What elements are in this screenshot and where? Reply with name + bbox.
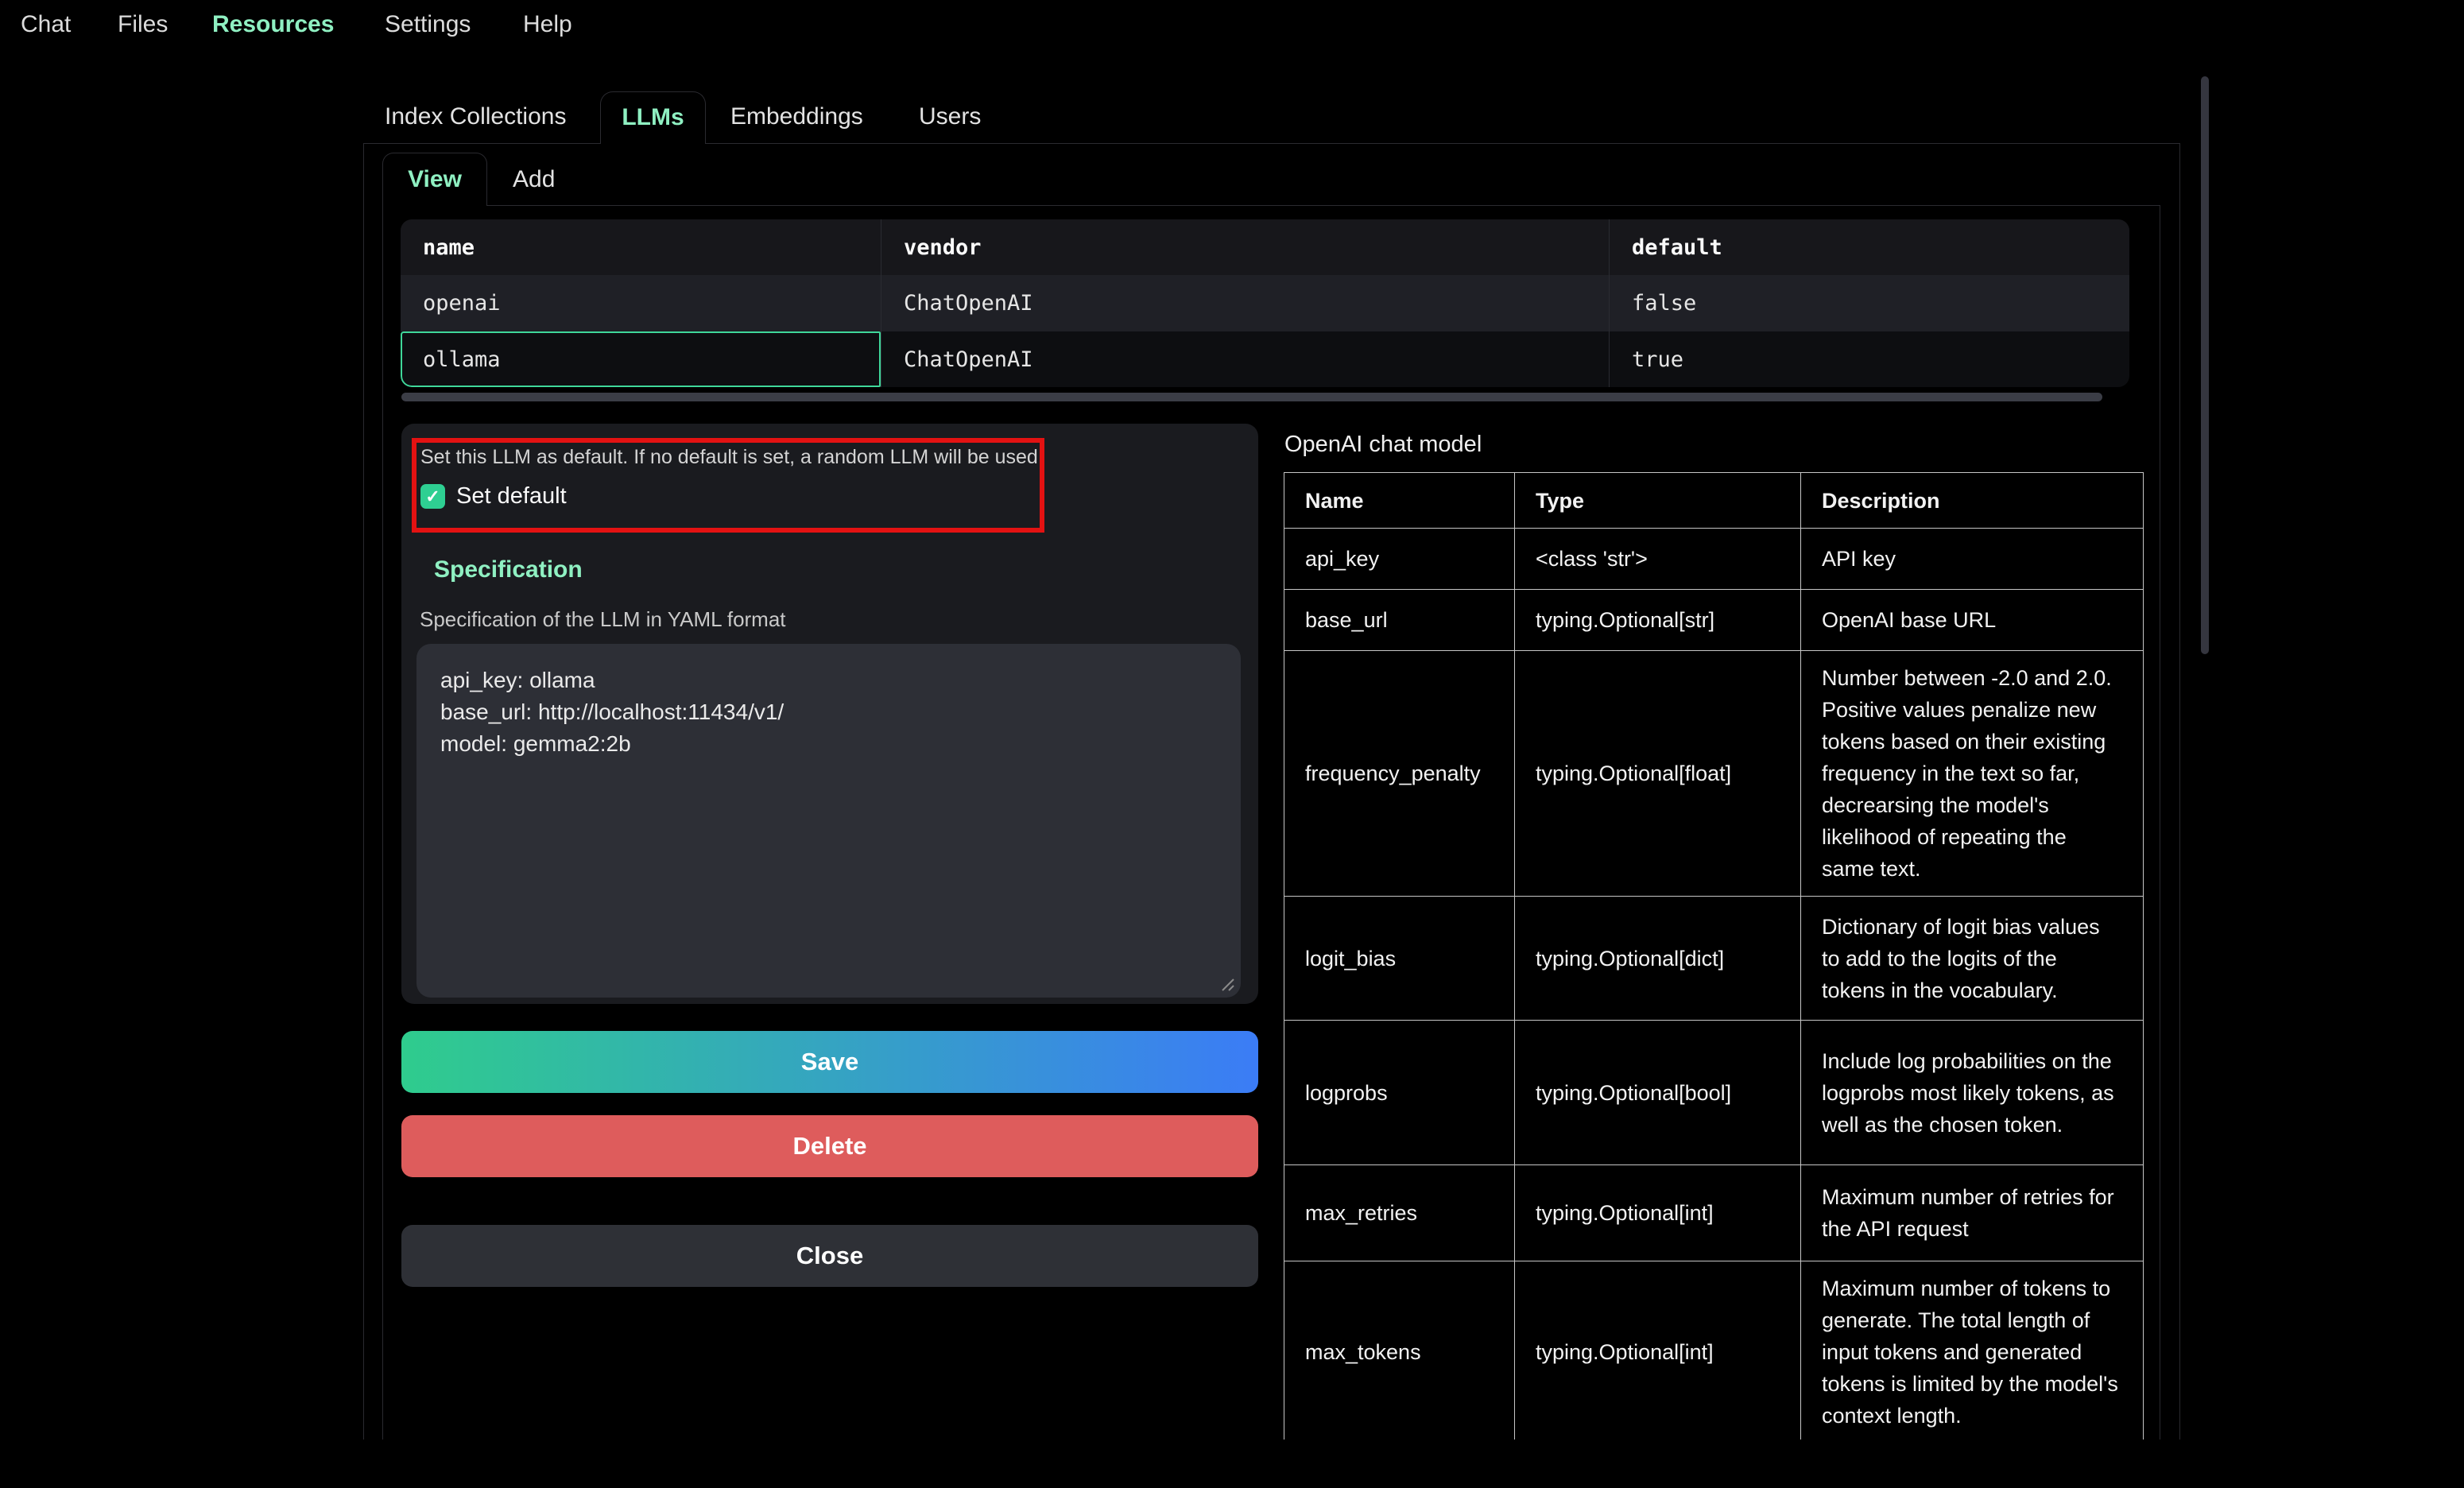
checkmark-icon: ✓ [425, 486, 440, 507]
close-button[interactable]: Close [401, 1225, 1258, 1287]
set-default-label: Set default [456, 481, 567, 511]
llm-table: name vendor default openai ChatOpenAI fa… [401, 219, 2129, 387]
param-name: max_tokens [1284, 1261, 1515, 1440]
table-row: frequency_penalty typing.Optional[float]… [1284, 651, 2144, 897]
model-info-title: OpenAI chat model [1284, 432, 1482, 458]
param-type: typing.Optional[float] [1515, 651, 1801, 897]
llm-col-default: default [1609, 219, 2129, 275]
param-type: typing.Optional[bool] [1515, 1021, 1801, 1165]
delete-button[interactable]: Delete [401, 1115, 1258, 1177]
param-name: logprobs [1284, 1021, 1515, 1165]
model-table-header: Name Type Description [1284, 473, 2144, 529]
param-description: API key [1801, 529, 2144, 590]
param-name: api_key [1284, 529, 1515, 590]
nav-item-files[interactable]: Files [118, 8, 168, 41]
tab-embeddings[interactable]: Embeddings [730, 90, 863, 143]
model-col-type: Type [1515, 473, 1801, 529]
param-description: OpenAI base URL [1801, 590, 2144, 651]
llm-cell-default[interactable]: false [1609, 275, 2129, 331]
param-name: max_retries [1284, 1165, 1515, 1261]
tab-llms[interactable]: LLMs [600, 91, 706, 144]
param-type: typing.Optional[int] [1515, 1165, 1801, 1261]
llm-col-name: name [401, 219, 881, 275]
table-row: max_retries typing.Optional[int] Maximum… [1284, 1165, 2144, 1261]
specification-heading: Specification [434, 556, 583, 583]
llm-cell-name[interactable]: openai [401, 275, 881, 331]
param-name: logit_bias [1284, 897, 1515, 1021]
model-info-table-container: Name Type Description api_key <class 'st… [1284, 472, 2145, 1440]
param-type: typing.Optional[int] [1515, 1261, 1801, 1440]
llm-cell-name-text: ollama [423, 347, 501, 372]
model-col-name: Name [1284, 473, 1515, 529]
param-description: Number between -2.0 and 2.0. Positive va… [1801, 651, 2144, 897]
llm-cell-vendor[interactable]: ChatOpenAI [881, 331, 1609, 387]
param-description: Maximum number of retries for the API re… [1801, 1165, 2144, 1261]
nav-item-help[interactable]: Help [523, 8, 572, 41]
nav-item-settings[interactable]: Settings [385, 8, 471, 41]
model-info-table: Name Type Description api_key <class 'st… [1284, 472, 2144, 1440]
textarea-resize-handle-icon[interactable] [1218, 975, 1237, 994]
tab-users[interactable]: Users [919, 90, 981, 143]
app-root: Chat Files Resources Settings Help Index… [0, 0, 2464, 1488]
set-default-help-text: Set this LLM as default. If no default i… [420, 446, 1044, 469]
llm-table-header: name vendor default [401, 219, 2129, 275]
specification-help-text: Specification of the LLM in YAML format [420, 607, 786, 632]
param-type: typing.Optional[str] [1515, 590, 1801, 651]
save-button[interactable]: Save [401, 1031, 1258, 1093]
vertical-scrollbar-thumb[interactable] [2201, 76, 2209, 654]
horizontal-scrollbar-thumb[interactable] [401, 393, 2102, 401]
tab-index-collections[interactable]: Index Collections [385, 90, 566, 143]
subtab-view[interactable]: View [382, 153, 487, 206]
nav-item-resources[interactable]: Resources [212, 8, 334, 41]
table-row: max_tokens typing.Optional[int] Maximum … [1284, 1261, 2144, 1440]
llm-row-openai[interactable]: openai ChatOpenAI false [401, 275, 2129, 331]
param-type: typing.Optional[dict] [1515, 897, 1801, 1021]
param-description: Include log probabilities on the logprob… [1801, 1021, 2144, 1165]
param-description: Dictionary of logit bias values to add t… [1801, 897, 2144, 1021]
table-row: api_key <class 'str'> API key [1284, 529, 2144, 590]
table-row: logprobs typing.Optional[bool] Include l… [1284, 1021, 2144, 1165]
param-name: frequency_penalty [1284, 651, 1515, 897]
llm-cell-vendor[interactable]: ChatOpenAI [881, 275, 1609, 331]
llm-cell-name-selected[interactable]: ollama [401, 331, 881, 387]
param-name: base_url [1284, 590, 1515, 651]
param-description: Maximum number of tokens to generate. Th… [1801, 1261, 2144, 1440]
yaml-specification-input[interactable]: api_key: ollama base_url: http://localho… [416, 644, 1241, 998]
set-default-checkbox[interactable]: ✓ [420, 484, 445, 509]
table-row: base_url typing.Optional[str] OpenAI bas… [1284, 590, 2144, 651]
llm-row-ollama[interactable]: ollama ChatOpenAI true [401, 331, 2129, 387]
llm-col-vendor: vendor [881, 219, 1609, 275]
model-col-description: Description [1801, 473, 2144, 529]
llm-cell-default[interactable]: true [1609, 331, 2129, 387]
nav-item-chat[interactable]: Chat [21, 8, 71, 41]
table-row: logit_bias typing.Optional[dict] Diction… [1284, 897, 2144, 1021]
param-type: <class 'str'> [1515, 529, 1801, 590]
